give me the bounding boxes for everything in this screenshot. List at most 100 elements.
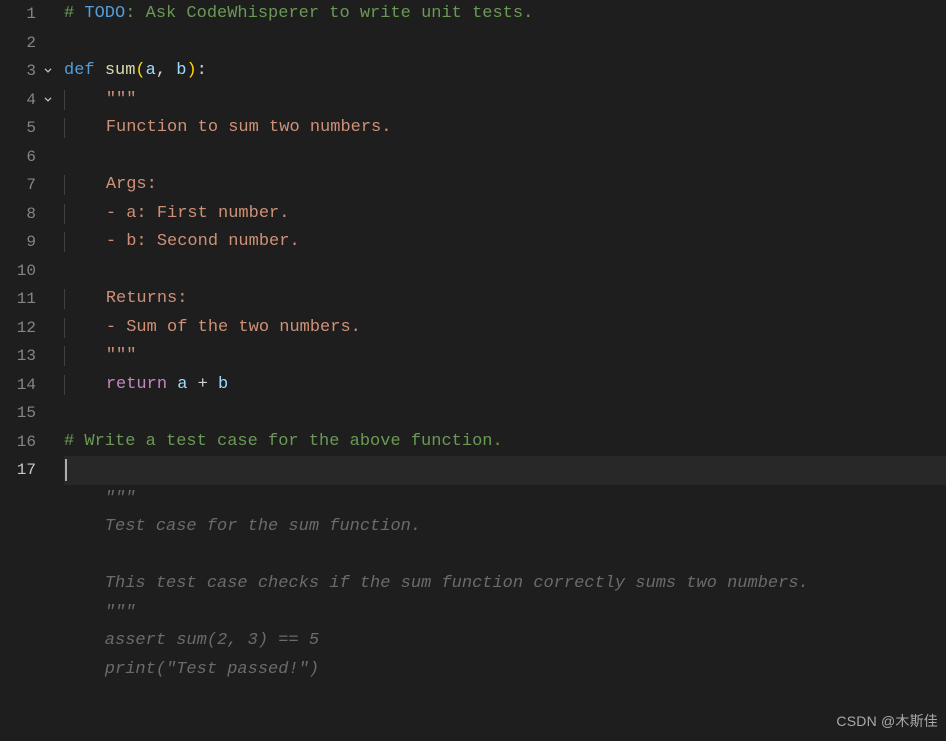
line-number: 12 [0, 314, 36, 343]
gutter-row: 8 [0, 200, 64, 229]
code-line[interactable] [64, 399, 946, 428]
watermark: CSDN @木斯佳 [836, 707, 938, 736]
code-area[interactable]: # TODO: Ask CodeWhisperer to write unit … [64, 0, 946, 741]
suggestion-line: """ [64, 599, 946, 628]
code-line[interactable]: """ [64, 86, 946, 115]
code-line[interactable] [64, 29, 946, 58]
line-number: 4 [0, 86, 36, 115]
line-number: 8 [0, 200, 36, 229]
line-number: 16 [0, 428, 36, 457]
line-number: 7 [0, 171, 36, 200]
line-number: 11 [0, 285, 36, 314]
gutter-row: 4 [0, 86, 64, 115]
gutter-row: 14 [0, 371, 64, 400]
gutter-row: 6 [0, 143, 64, 172]
token-string: - a: First number. [106, 200, 290, 229]
token-var: b [218, 371, 228, 400]
token-keyword: def [64, 57, 105, 86]
line-number: 10 [0, 257, 36, 286]
token-var: a [177, 371, 187, 400]
line-number: 9 [0, 228, 36, 257]
gutter-row [0, 570, 64, 599]
code-line[interactable]: Function to sum two numbers. [64, 114, 946, 143]
gutter: 1234567891011121314151617 [0, 0, 64, 741]
code-line[interactable]: def sum(a, b): [64, 57, 946, 86]
suggestion-line [64, 542, 946, 571]
suggestion-line: This test case checks if the sum functio… [64, 570, 946, 599]
gutter-row [0, 656, 64, 685]
gutter-row: 9 [0, 228, 64, 257]
ghost-text: This test case checks if the sum functio… [64, 570, 809, 599]
fold-toggle[interactable] [36, 93, 60, 107]
gutter-row: 13 [0, 342, 64, 371]
ghost-text: """ [64, 599, 135, 628]
fold-toggle[interactable] [36, 64, 60, 78]
token-param: a [146, 57, 156, 86]
token-punct: , [156, 57, 176, 86]
token-todo: TODO [84, 0, 125, 29]
suggestion-line: print("Test passed!") [64, 656, 946, 685]
gutter-row: 3 [0, 57, 64, 86]
line-number: 13 [0, 342, 36, 371]
line-number: 15 [0, 399, 36, 428]
gutter-row: 15 [0, 399, 64, 428]
code-line[interactable]: # Write a test case for the above functi… [64, 428, 946, 457]
line-number: 14 [0, 371, 36, 400]
token-op: + [187, 371, 218, 400]
code-line[interactable]: # TODO: Ask CodeWhisperer to write unit … [64, 0, 946, 29]
line-number: 3 [0, 57, 36, 86]
gutter-row: 16 [0, 428, 64, 457]
line-number: 6 [0, 143, 36, 172]
code-line[interactable]: - Sum of the two numbers. [64, 314, 946, 343]
code-line[interactable]: Returns: [64, 285, 946, 314]
gutter-row: 12 [0, 314, 64, 343]
code-line[interactable]: return a + b [64, 371, 946, 400]
ghost-text: Test case for the sum function. [64, 513, 421, 542]
token-func: sum [105, 57, 136, 86]
code-line[interactable]: """ [64, 342, 946, 371]
line-number: 1 [0, 0, 36, 29]
token-string: Args: [106, 171, 157, 200]
gutter-row: 10 [0, 257, 64, 286]
token-comment: # Write a test case for the above functi… [64, 428, 503, 457]
gutter-row: 5 [0, 114, 64, 143]
line-number: 17 [0, 456, 36, 485]
token-punct-y: ( [135, 57, 145, 86]
gutter-row [0, 513, 64, 542]
chevron-down-icon[interactable] [41, 93, 55, 107]
gutter-row: 11 [0, 285, 64, 314]
gutter-row [0, 627, 64, 656]
code-line[interactable]: - a: First number. [64, 200, 946, 229]
gutter-row [0, 599, 64, 628]
gutter-row: 1 [0, 0, 64, 29]
token-string: - b: Second number. [106, 228, 300, 257]
code-line[interactable] [64, 143, 946, 172]
line-number: 2 [0, 29, 36, 58]
token-param: b [176, 57, 186, 86]
token-string: Function to sum two numbers. [106, 114, 392, 143]
token-comment: # [64, 0, 84, 29]
current-line-highlight [64, 456, 946, 485]
code-line[interactable]: - b: Second number. [64, 228, 946, 257]
gutter-row: 17 [0, 456, 64, 485]
token-string: - Sum of the two numbers. [106, 314, 361, 343]
token-comment: : Ask CodeWhisperer to write unit tests. [125, 0, 533, 29]
text-cursor [65, 459, 67, 481]
code-line[interactable] [64, 257, 946, 286]
chevron-down-icon[interactable] [41, 64, 55, 78]
ghost-text: print("Test passed!") [64, 656, 319, 685]
suggestion-line: """ [64, 485, 946, 514]
gutter-row [0, 542, 64, 571]
token-punct-y: ) [186, 57, 196, 86]
token-string: Returns: [106, 285, 188, 314]
line-number: 5 [0, 114, 36, 143]
ghost-text: """ [64, 485, 135, 514]
gutter-row [0, 485, 64, 514]
suggestion-line: assert sum(2, 3) == 5 [64, 627, 946, 656]
suggestion-line: Test case for the sum function. [64, 513, 946, 542]
token-punct: : [197, 57, 207, 86]
code-line[interactable]: Args: [64, 171, 946, 200]
gutter-row: 7 [0, 171, 64, 200]
token-string: """ [106, 86, 137, 115]
code-editor[interactable]: 1234567891011121314151617 # TODO: Ask Co… [0, 0, 946, 741]
